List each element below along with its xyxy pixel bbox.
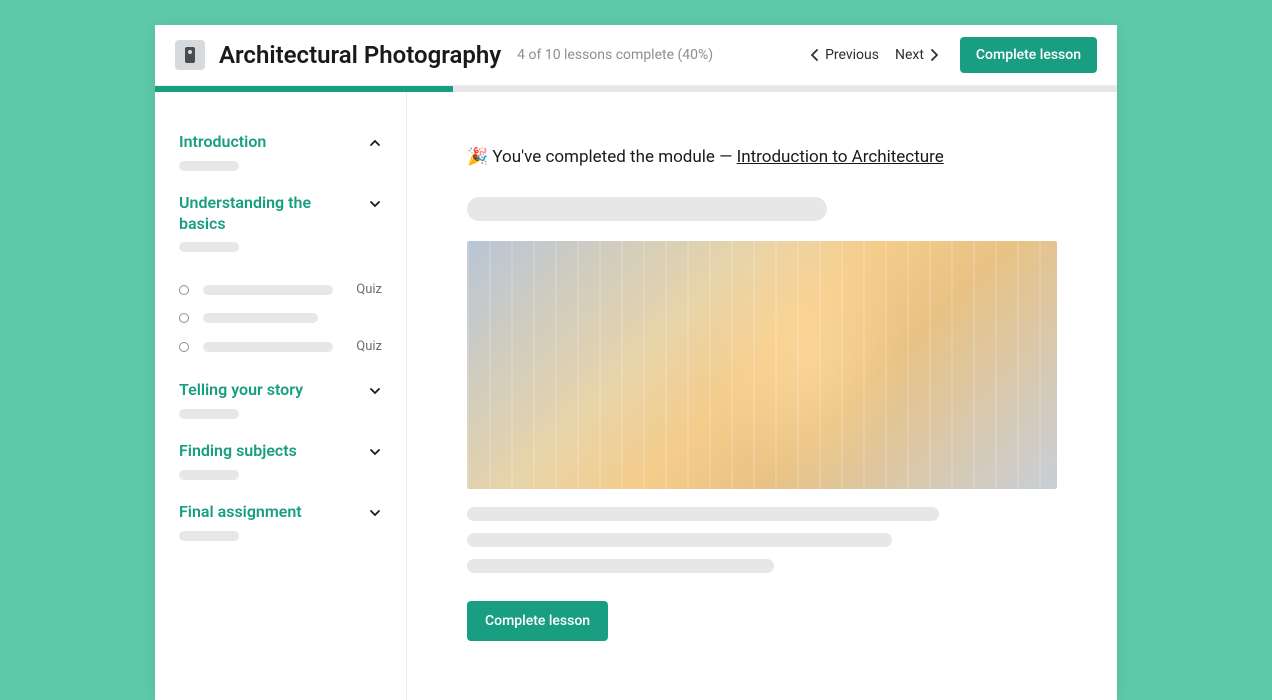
- lesson-item[interactable]: Quiz: [155, 274, 406, 305]
- module-title: Telling your story: [179, 380, 303, 401]
- skeleton-line: [467, 559, 774, 573]
- skeleton-line: [179, 531, 239, 541]
- chevron-down-icon: [368, 506, 382, 520]
- lesson-item[interactable]: [155, 305, 406, 331]
- next-button[interactable]: Next: [887, 41, 946, 69]
- main-content: 🎉 You've completed the module — Introduc…: [407, 92, 1117, 700]
- skeleton-line: [179, 409, 239, 419]
- module-final-assignment[interactable]: Final assignment: [155, 502, 406, 563]
- skeleton-pill: [467, 197, 827, 221]
- course-title: Architectural Photography: [219, 41, 501, 69]
- lesson-item[interactable]: Quiz: [155, 331, 406, 362]
- module-introduction[interactable]: Introduction: [155, 132, 406, 193]
- module-link[interactable]: Introduction to Architecture: [737, 147, 944, 167]
- skeleton-line: [179, 242, 239, 252]
- module-finding-subjects[interactable]: Finding subjects: [155, 441, 406, 502]
- next-label: Next: [895, 47, 924, 63]
- header: Architectural Photography 4 of 10 lesson…: [155, 25, 1117, 86]
- chevron-up-icon: [368, 136, 382, 150]
- skeleton-line: [179, 161, 239, 171]
- lesson-tag: Quiz: [356, 339, 382, 354]
- chevron-left-icon: [811, 49, 819, 61]
- app-window: Architectural Photography 4 of 10 lesson…: [155, 25, 1117, 700]
- previous-label: Previous: [825, 47, 879, 63]
- status-circle-icon: [179, 342, 189, 352]
- chevron-down-icon: [368, 384, 382, 398]
- lesson-tag: Quiz: [356, 282, 382, 297]
- module-title: Understanding the basics: [179, 193, 359, 235]
- skeleton-line: [467, 533, 892, 547]
- progress-fill: [155, 86, 453, 92]
- status-circle-icon: [179, 285, 189, 295]
- skeleton-line: [203, 313, 318, 323]
- skeleton-line: [179, 470, 239, 480]
- body: Introduction Understanding the basics Qu…: [155, 92, 1117, 700]
- chevron-right-icon: [930, 49, 938, 61]
- module-telling-story[interactable]: Telling your story: [155, 380, 406, 441]
- course-thumbnail: [175, 40, 205, 70]
- sidebar: Introduction Understanding the basics Qu…: [155, 92, 407, 700]
- progress-bar: [155, 86, 1117, 92]
- party-emoji: 🎉: [467, 147, 488, 167]
- status-circle-icon: [179, 313, 189, 323]
- module-understanding-basics[interactable]: Understanding the basics: [155, 193, 406, 275]
- complete-lesson-button-main[interactable]: Complete lesson: [467, 601, 608, 641]
- hero-image: [467, 241, 1057, 489]
- progress-text: 4 of 10 lessons complete (40%): [517, 47, 803, 63]
- skeleton-line: [203, 285, 333, 295]
- completion-message: 🎉 You've completed the module — Introduc…: [467, 147, 1057, 167]
- module-title: Finding subjects: [179, 441, 297, 462]
- chevron-down-icon: [368, 445, 382, 459]
- skeleton-line: [203, 342, 333, 352]
- previous-button[interactable]: Previous: [803, 41, 887, 69]
- chevron-down-icon: [368, 197, 382, 211]
- module-title: Final assignment: [179, 502, 302, 523]
- complete-lesson-button-header[interactable]: Complete lesson: [960, 37, 1097, 73]
- completion-prefix: You've completed the module —: [492, 147, 736, 167]
- skeleton-line: [467, 507, 939, 521]
- module-title: Introduction: [179, 132, 266, 153]
